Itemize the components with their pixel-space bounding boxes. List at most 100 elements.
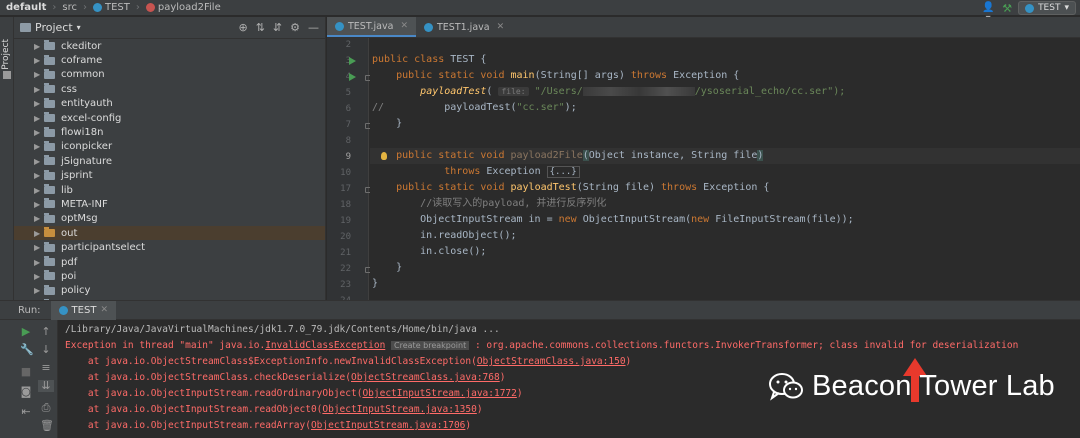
line-number: 20 [340,232,351,242]
locate-icon[interactable]: ⊕ [238,21,247,34]
tree-item-excel-config[interactable]: ▶ excel-config [14,111,325,125]
expand-arrow-icon[interactable]: ▶ [34,114,44,123]
tree-item-iconpicker[interactable]: ▶ iconpicker [14,140,325,154]
close-icon[interactable]: ✕ [100,305,108,315]
stack-frame: at java.io.ObjectInputStream.readOrdinar… [87,388,523,399]
editor-gutter[interactable]: 2 3 4 5 6 7 8 9 10 17 18 19 20 21 22 23 … [327,38,371,306]
run-configuration-select[interactable]: TEST ▾ [1018,1,1076,15]
project-view-select[interactable]: Project [35,21,73,34]
tree-item-common[interactable]: ▶ common [14,68,325,82]
expand-arrow-icon[interactable]: ▶ [34,70,44,79]
breadcrumb-method[interactable]: payload2File [145,2,221,13]
expand-arrow-icon[interactable]: ▶ [34,258,44,267]
expand-arrow-icon[interactable]: ▶ [34,171,44,180]
breadcrumb-separator: › [82,2,87,13]
tree-item-entityauth[interactable]: ▶ entityauth [14,97,325,111]
tree-item-label: common [61,69,105,81]
camera-icon[interactable]: ◙ [20,386,32,398]
down-arrow-icon[interactable]: ↓ [40,344,52,356]
tree-item-out[interactable]: ▶ out [14,226,325,241]
run-tab-test[interactable]: TEST ✕ [50,300,116,320]
expand-arrow-icon[interactable]: ▶ [34,243,44,252]
minimize-icon[interactable]: — [308,21,319,34]
expand-arrow-icon[interactable]: ▶ [34,142,44,151]
expand-arrow-icon[interactable]: ▶ [34,186,44,195]
tree-item-pdf[interactable]: ▶ pdf [14,255,325,269]
up-arrow-icon[interactable]: ↑ [40,326,52,338]
tree-item-jsignature[interactable]: ▶ jSignature [14,154,325,168]
gear-icon[interactable]: ⚙ [290,21,300,34]
source-link[interactable]: ObjectStreamClass.java:768 [351,372,500,383]
breadcrumb-src[interactable]: src [62,2,77,13]
folder-icon [44,212,55,223]
source-link[interactable]: ObjectInputStream.java:1350 [322,404,476,415]
stack-frame: at java.io.ObjectInputStream.readArray(O… [87,420,472,431]
expand-arrow-icon[interactable]: ▶ [34,42,44,51]
code-editor[interactable]: public class TEST { public static void m… [370,38,1080,300]
tree-item-css[interactable]: ▶ css [14,82,325,96]
tree-item-meta-inf[interactable]: ▶ META-INF [14,197,325,211]
trash-icon[interactable]: 🗑 [40,420,54,432]
code-line: } [372,278,379,289]
project-tool-button[interactable]: Project [1,39,11,70]
expand-arrow-icon[interactable]: ▶ [34,200,44,209]
expand-arrow-icon[interactable]: ▶ [34,56,44,65]
tree-item-jsprint[interactable]: ▶ jsprint [14,169,325,183]
folder-icon [44,198,55,209]
tree-item-participantselect[interactable]: ▶ participantselect [14,240,325,254]
expand-arrow-icon[interactable]: ▶ [34,214,44,223]
print-icon[interactable]: ⎙ [40,402,52,414]
chevron-down-icon[interactable]: ▾ [77,23,81,32]
breadcrumb-class[interactable]: TEST [92,2,130,13]
tree-item-flowi18n[interactable]: ▶ flowi18n [14,125,325,139]
tree-item-ckeditor[interactable]: ▶ ckeditor [14,39,325,53]
collapse-all-icon[interactable]: ⇵ [273,21,282,34]
expand-arrow-icon[interactable]: ▶ [34,157,44,166]
expand-arrow-icon[interactable]: ▶ [34,272,44,281]
tree-item-coframe[interactable]: ▶ coframe [14,53,325,67]
class-icon [92,3,102,12]
navigation-bar: default › src › TEST › payload2File 👤▾ ⚒… [0,0,1080,24]
close-icon[interactable]: ✕ [400,21,408,31]
soft-wrap-icon[interactable]: ≡ [40,362,52,374]
structure-icon[interactable] [3,71,11,79]
source-link[interactable]: ObjectStreamClass.java:150 [477,356,626,367]
stop-icon[interactable]: ■ [20,366,32,378]
build-hammer-icon[interactable]: ⚒ [1002,2,1012,15]
tree-item-optmsg[interactable]: ▶ optMsg [14,212,325,226]
tree-item-label: lib [61,184,73,196]
line-number: 4 [345,72,351,82]
restore-layout-icon[interactable]: ⇤ [20,406,32,418]
chevron-down-icon: ▾ [1064,3,1069,13]
run-main-icon[interactable] [349,73,356,81]
tree-item-poi[interactable]: ▶ poi [14,269,325,283]
scroll-to-end-icon[interactable]: ⇊ [38,380,54,392]
user-icon[interactable]: 👤▾ [980,2,996,24]
source-link[interactable]: ObjectInputStream.java:1772 [362,388,516,399]
lightbulb-icon[interactable] [381,152,387,160]
breadcrumb-project[interactable]: default [6,2,46,13]
line-number: 23 [340,280,351,290]
folder-icon [44,227,55,238]
wrench-icon[interactable]: 🔧 [20,344,34,356]
expand-arrow-icon[interactable]: ▶ [34,128,44,137]
expand-arrow-icon[interactable]: ▶ [34,85,44,94]
line-number: 22 [340,264,351,274]
breadcrumb-separator: › [52,2,57,13]
tab-test-java[interactable]: TEST.java ✕ [327,17,416,37]
folder-icon [44,126,55,137]
create-breakpoint-button[interactable]: Create breakpoint [391,341,470,350]
tree-item-policy[interactable]: ▶ policy [14,284,325,298]
tab-test1-java[interactable]: TEST1.java ✕ [416,17,512,37]
rerun-icon[interactable]: ▶ [20,326,32,338]
tree-item-label: excel-config [61,112,122,124]
close-icon[interactable]: ✕ [497,22,505,32]
exception-link[interactable]: InvalidClassException [265,340,385,351]
run-class-icon[interactable] [349,57,356,65]
source-link[interactable]: ObjectInputStream.java:1706 [311,420,465,431]
expand-arrow-icon[interactable]: ▶ [34,229,44,238]
tree-item-lib[interactable]: ▶ lib [14,183,325,197]
expand-all-icon[interactable]: ⇅ [256,21,265,34]
expand-arrow-icon[interactable]: ▶ [34,99,44,108]
expand-arrow-icon[interactable]: ▶ [34,286,44,295]
